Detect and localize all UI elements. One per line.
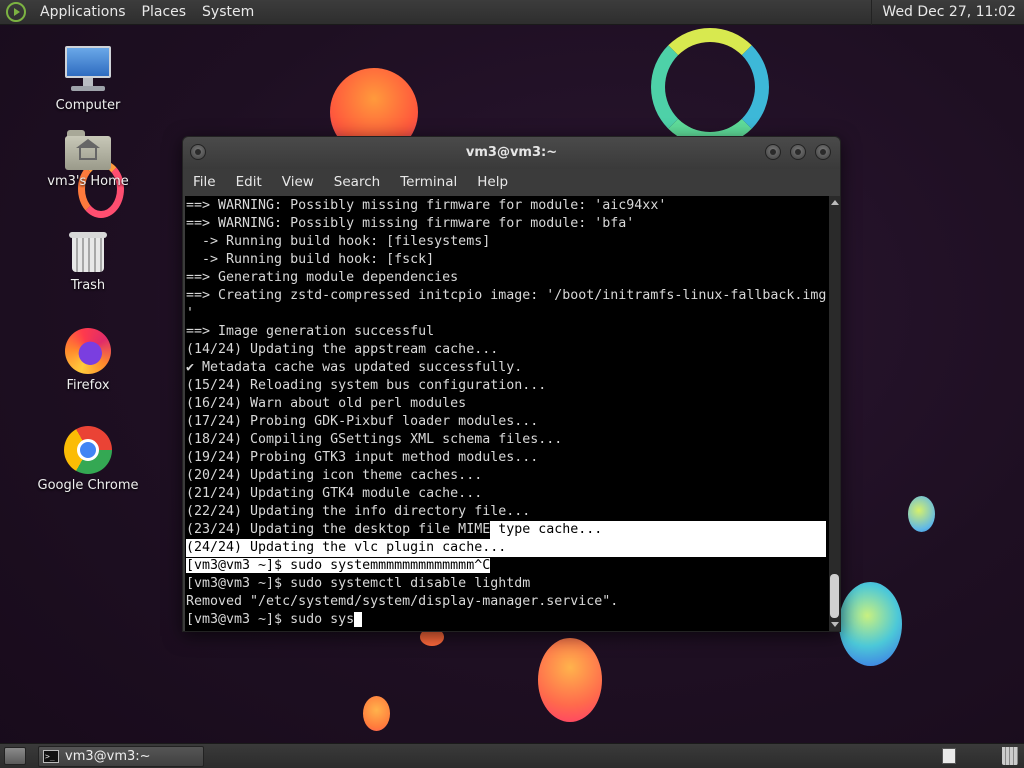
terminal-window[interactable]: vm3@vm3:~ File Edit View Search Terminal…	[182, 136, 841, 632]
terminal-line: (16/24) Warn about old perl modules	[186, 396, 467, 411]
menu-places[interactable]: Places	[134, 4, 195, 20]
home-folder-icon	[65, 130, 111, 170]
menu-edit[interactable]: Edit	[226, 174, 272, 190]
terminal-line: [vm3@vm3 ~]$ sudo systemctl disable ligh…	[186, 576, 531, 591]
scroll-up-icon[interactable]	[831, 200, 839, 205]
terminal-line: (15/24) Reloading system bus configurati…	[186, 378, 547, 393]
terminal-line: (22/24) Updating the info directory file…	[186, 504, 531, 519]
desktop-icon-label: Firefox	[66, 378, 110, 393]
taskbar-label: vm3@vm3:~	[65, 748, 151, 764]
maximize-icon[interactable]	[790, 144, 806, 160]
desktop-icon-label: Google Chrome	[37, 478, 139, 493]
menu-file[interactable]: File	[183, 174, 226, 190]
distro-logo-icon[interactable]	[6, 2, 26, 22]
chrome-icon	[64, 426, 112, 474]
wallpaper-bubble	[538, 638, 602, 722]
show-desktop-button[interactable]	[4, 747, 26, 765]
terminal-line: (18/24) Compiling GSettings XML schema f…	[186, 432, 563, 447]
wallpaper-ring	[651, 28, 769, 146]
firefox-icon	[65, 328, 111, 374]
window-title: vm3@vm3:~	[465, 145, 558, 160]
taskbar-terminal-button[interactable]: >_ vm3@vm3:~	[38, 745, 204, 767]
menu-system[interactable]: System	[194, 4, 262, 20]
terminal-line: [vm3@vm3 ~]$ sudo systemmmmmmmmmmmmm^C	[186, 557, 829, 575]
window-menu-icon[interactable]	[190, 144, 206, 160]
window-titlebar[interactable]: vm3@vm3:~	[183, 137, 840, 169]
menu-search[interactable]: Search	[324, 174, 390, 190]
terminal-line: (17/24) Probing GDK-Pixbuf loader module…	[186, 414, 539, 429]
desktop-icon-label: vm3's Home	[47, 174, 129, 189]
terminal-prompt: [vm3@vm3 ~]$ sudo sys	[186, 612, 355, 627]
terminal-line: Removed "/etc/systemd/system/display-man…	[186, 594, 619, 609]
terminal-line: (24/24) Updating the vlc plugin cache...	[186, 539, 829, 557]
terminal-line: (20/24) Updating icon theme caches...	[186, 468, 483, 483]
terminal-line: ==> Creating zstd-compressed initcpio im…	[186, 288, 827, 303]
terminal-icon: >_	[43, 749, 59, 763]
terminal-line: '	[186, 306, 195, 321]
scroll-down-icon[interactable]	[831, 622, 839, 627]
desktop-icon-chrome[interactable]: Google Chrome	[33, 426, 143, 493]
workspace-switcher[interactable]	[942, 748, 956, 764]
terminal-selection: (24/24) Updating the vlc plugin cache...	[186, 539, 826, 557]
terminal-line: (21/24) Updating GTK4 module cache...	[186, 486, 483, 501]
terminal-line: -> Running build hook: [fsck]	[186, 252, 435, 267]
computer-icon	[63, 46, 113, 94]
scrollbar-thumb[interactable]	[830, 574, 839, 618]
terminal-line: -> Running build hook: [filesystems]	[186, 234, 491, 249]
terminal-line: ==> WARNING: Possibly missing firmware f…	[186, 198, 667, 213]
menu-terminal[interactable]: Terminal	[390, 174, 467, 190]
terminal-menubar: File Edit View Search Terminal Help	[183, 169, 840, 195]
terminal-selection: type cache...	[490, 521, 827, 539]
trash-icon	[69, 230, 107, 274]
desktop-icon-trash[interactable]: Trash	[33, 230, 143, 293]
terminal-prompt-line[interactable]: [vm3@vm3 ~]$ sudo sys	[186, 611, 829, 629]
terminal-line: (19/24) Probing GTK3 input method module…	[186, 450, 539, 465]
terminal-cursor	[354, 612, 363, 627]
clock[interactable]: Wed Dec 27, 11:02	[871, 0, 1024, 25]
desktop-icon-label: Computer	[55, 98, 121, 113]
menu-applications[interactable]: Applications	[32, 4, 134, 20]
desktop-icon-home[interactable]: vm3's Home	[33, 130, 143, 189]
terminal-selection: [vm3@vm3 ~]$ sudo systemmmmmmmmmmmmm^C	[186, 558, 491, 573]
terminal-line: ==> WARNING: Possibly missing firmware f…	[186, 216, 635, 231]
wallpaper-bubble	[908, 496, 935, 532]
terminal-line: (23/24) Updating the desktop file MIME t…	[186, 521, 829, 539]
close-icon[interactable]	[815, 144, 831, 160]
wallpaper-bubble	[363, 696, 390, 731]
minimize-icon[interactable]	[765, 144, 781, 160]
terminal-line: ✔ Metadata cache was updated successfull…	[186, 360, 523, 375]
terminal-output[interactable]: ==> WARNING: Possibly missing firmware f…	[185, 196, 829, 631]
desktop-icon-computer[interactable]: Computer	[33, 46, 143, 113]
terminal-text: (23/24) Updating the desktop file MIME	[186, 522, 491, 537]
trash-applet-icon[interactable]	[1002, 747, 1018, 765]
menu-help[interactable]: Help	[467, 174, 518, 190]
wallpaper-bubble	[839, 582, 902, 666]
terminal-scrollbar[interactable]	[829, 196, 840, 631]
terminal-line: (14/24) Updating the appstream cache...	[186, 342, 499, 357]
desktop-icon-label: Trash	[70, 278, 106, 293]
desktop-icon-firefox[interactable]: Firefox	[33, 328, 143, 393]
menu-view[interactable]: View	[272, 174, 324, 190]
terminal-line: ==> Generating module dependencies	[186, 270, 459, 285]
terminal-line: ==> Image generation successful	[186, 324, 435, 339]
top-panel: Applications Places System Wed Dec 27, 1…	[0, 0, 1024, 25]
bottom-panel: >_ vm3@vm3:~	[0, 743, 1024, 768]
